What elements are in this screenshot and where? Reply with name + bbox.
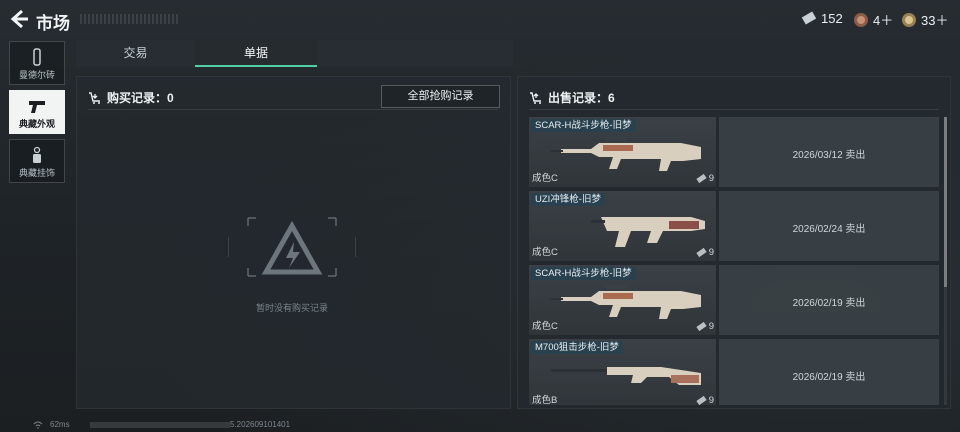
sold-date: 2026/02/19 卖出 [792, 372, 866, 383]
item-name: M700狙击步枪-旧梦 [531, 341, 623, 354]
rail-item-bricks[interactable]: 曼德尔砖 [9, 41, 65, 85]
item-quality: 成色C [532, 173, 558, 184]
empty-state-text: 暂时没有购买记录 [255, 303, 328, 313]
price-value: 9 [708, 321, 714, 332]
item-quality: 成色C [532, 321, 558, 332]
charm-icon [33, 146, 41, 163]
currency-bronze[interactable]: 4＋ [853, 10, 893, 29]
sale-row: M700狙击步枪-旧梦 成色B 9 2026/02/19 卖出 [529, 339, 939, 405]
rail-item-label: 典藏挂饰 [18, 168, 55, 178]
scroll-thumb[interactable] [944, 117, 947, 287]
status-bar: 62ms 5.202609101401 [0, 418, 960, 432]
item-name: SCAR-H战斗步枪-旧梦 [531, 267, 636, 280]
page-title: 市场 [36, 14, 70, 33]
item-card[interactable]: SCAR-H战斗步枪-旧梦 成色C 9 [529, 265, 716, 335]
ticket-icon [696, 173, 707, 184]
item-price: 9 [696, 321, 714, 332]
item-card[interactable]: SCAR-H战斗步枪-旧梦 成色C 9 [529, 117, 716, 187]
sold-date: 2026/03/12 卖出 [792, 150, 866, 161]
rifle-icon [551, 285, 701, 319]
currency-gold[interactable]: 33＋ [901, 10, 948, 29]
sold-info: 2026/03/12 卖出 [719, 117, 939, 187]
purchase-header: 购买记录：0 [88, 89, 174, 106]
purchase-title: 购买记录：0 [107, 91, 174, 105]
empty-state-icon [228, 217, 356, 277]
build-version: 5.202609101401 [230, 420, 291, 429]
top-bar: 市场 152 4＋ 33＋ [0, 0, 960, 38]
brick-icon [33, 48, 41, 66]
smg-icon [591, 217, 705, 247]
rifle-icon [551, 137, 701, 171]
item-name: UZI冲锋枪-旧梦 [531, 193, 605, 206]
rail-item-label: 典藏外观 [18, 119, 55, 129]
cart-icon [89, 91, 100, 104]
price-value: 9 [708, 395, 714, 405]
back-arrow-icon[interactable] [8, 8, 30, 30]
sold-date: 2026/02/24 卖出 [792, 224, 866, 235]
pistol-icon [29, 101, 45, 113]
currency-value: 33＋ [921, 13, 949, 28]
sales-header: 出售记录：6 [529, 89, 615, 106]
cart-icon [530, 91, 541, 104]
tab-trade[interactable]: 交易 [76, 40, 195, 67]
divider [529, 109, 939, 110]
sales-list[interactable]: SCAR-H战斗步枪-旧梦 成色C 9 2026/03/12 卖出 UZI冲锋枪… [529, 117, 939, 405]
item-price: 9 [696, 173, 714, 184]
item-price: 9 [696, 395, 714, 405]
sold-info: 2026/02/24 卖出 [719, 191, 939, 261]
wifi-icon [33, 421, 43, 429]
sale-row: SCAR-H战斗步枪-旧梦 成色C 9 2026/02/19 卖出 [529, 265, 939, 335]
tab-bar: 交易 单据 [76, 40, 513, 67]
sniper-icon [551, 367, 701, 385]
ping-value: 62ms [50, 420, 70, 429]
item-card[interactable]: M700狙击步枪-旧梦 成色B 9 [529, 339, 716, 405]
ticket-icon [696, 247, 707, 258]
all-rush-records-button[interactable]: 全部抢购记录 [381, 85, 500, 108]
price-value: 9 [708, 247, 714, 258]
sales-scrollbar[interactable] [944, 117, 947, 405]
item-name: SCAR-H战斗步枪-旧梦 [531, 119, 636, 132]
item-card[interactable]: UZI冲锋枪-旧梦 成色C 9 [529, 191, 716, 261]
item-price: 9 [696, 247, 714, 258]
sold-info: 2026/02/19 卖出 [719, 339, 939, 405]
currency-tickets[interactable]: 152 [801, 10, 843, 26]
rail-item-label: 曼德尔砖 [18, 70, 55, 80]
tab-orders[interactable]: 单据 [195, 40, 317, 67]
currency-value: 4＋ [873, 13, 894, 28]
item-quality: 成色C [532, 247, 558, 258]
ticket-icon [696, 321, 707, 332]
rail-item-collection-skins[interactable]: 典藏外观 [9, 90, 65, 134]
item-quality: 成色B [532, 395, 558, 405]
obscured-text [90, 422, 230, 428]
coin-gold-icon [902, 12, 916, 27]
ticket-icon [801, 11, 817, 25]
divider [88, 109, 498, 110]
price-value: 9 [708, 173, 714, 184]
coin-bronze-icon [854, 12, 868, 27]
sale-row: SCAR-H战斗步枪-旧梦 成色C 9 2026/03/12 卖出 [529, 117, 939, 187]
sale-row: UZI冲锋枪-旧梦 成色C 9 2026/02/24 卖出 [529, 191, 939, 261]
ticket-icon [696, 395, 707, 405]
rail-item-collection-charms[interactable]: 典藏挂饰 [9, 139, 65, 183]
sales-title: 出售记录：6 [548, 91, 615, 105]
currency-value: 152 [821, 10, 843, 26]
title-decoration [80, 14, 180, 24]
sold-info: 2026/02/19 卖出 [719, 265, 939, 335]
sold-date: 2026/02/19 卖出 [792, 298, 866, 309]
